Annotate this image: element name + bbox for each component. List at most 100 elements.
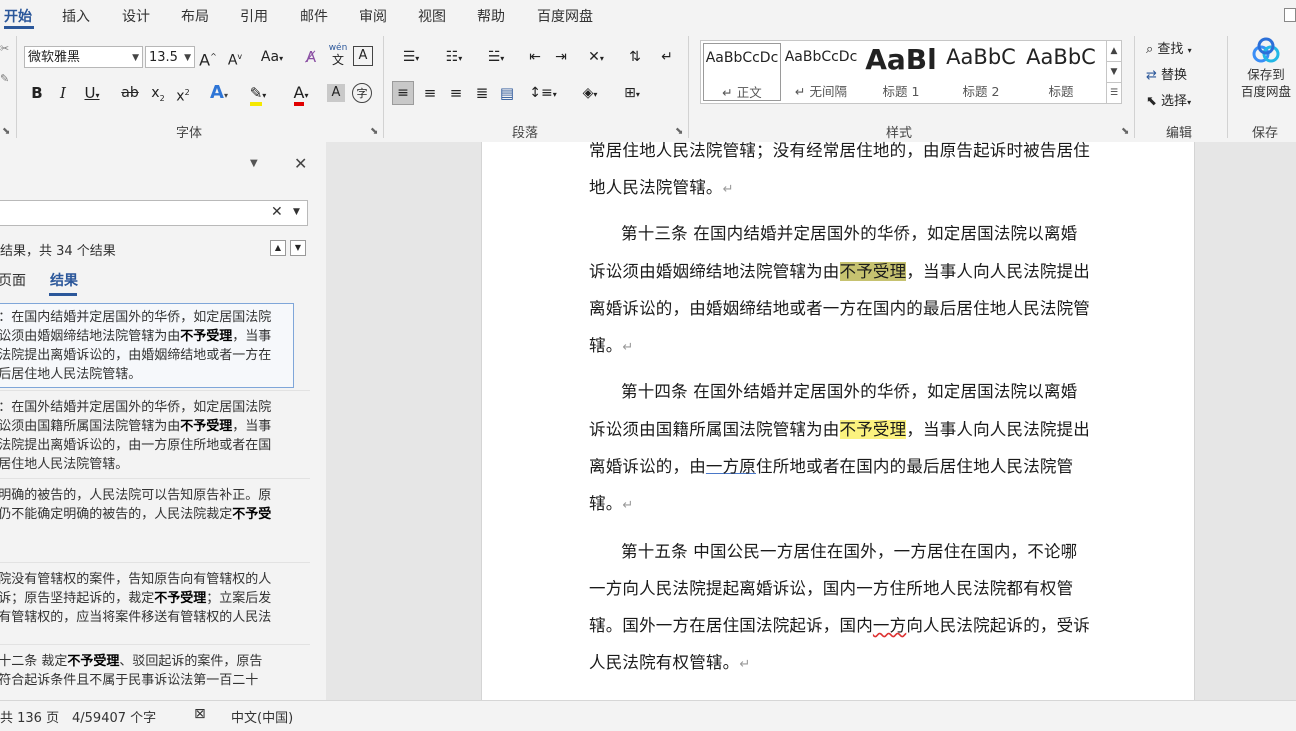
tab-insert[interactable]: 插入 bbox=[62, 6, 90, 26]
search-result-item[interactable]: 十二条 裁定不予受理、驳回起诉的案件，原告 符合起诉条件且不属于民事诉讼法第一百… bbox=[0, 652, 290, 690]
tab-baidu-netdisk[interactable]: 百度网盘 bbox=[537, 6, 593, 26]
search-result-item[interactable]: 院没有管辖权的案件，告知原告向有管辖权的人 诉；原告坚持起诉的，裁定不予受理；立… bbox=[0, 570, 290, 627]
doc-line: 第十三条 在国内结婚并定居国外的华侨，如定居国法院以离婚 bbox=[621, 220, 1077, 244]
nav-search-input[interactable]: ✕ ▼ bbox=[0, 200, 308, 226]
search-result-item[interactable]: ：在国外结婚并定居国外的华侨，如定居国法院 讼须由国籍所属国法院管辖为由不予受理… bbox=[0, 398, 290, 474]
change-case-icon[interactable]: Aa▾ bbox=[255, 46, 289, 68]
numbering-icon[interactable]: ☷▾ bbox=[436, 46, 472, 68]
ribbon-option-icon[interactable] bbox=[1284, 8, 1296, 22]
word-count[interactable]: 4/59407 个字 bbox=[72, 707, 156, 726]
grow-font-icon[interactable]: A^ bbox=[199, 46, 217, 69]
clipboard-partial-icon[interactable]: ✂ bbox=[0, 42, 9, 55]
align-right-icon[interactable]: ≡ bbox=[445, 82, 467, 104]
show-marks-icon[interactable]: ↵ bbox=[656, 46, 678, 68]
distributed-icon[interactable]: ▤ bbox=[496, 82, 518, 104]
font-color-icon[interactable]: A▾ bbox=[283, 82, 319, 106]
italic-icon[interactable]: I bbox=[55, 82, 71, 104]
pane-options-icon[interactable]: ▼ bbox=[250, 158, 258, 169]
save-to-baidu-button[interactable]: 保存到 百度网盘 bbox=[1237, 36, 1295, 100]
format-painter-icon[interactable]: ✎ bbox=[0, 72, 9, 85]
style-heading-2[interactable]: AaBbC 标题 2 bbox=[943, 43, 1019, 99]
align-center-icon[interactable]: ≡ bbox=[419, 82, 441, 104]
increase-indent-icon[interactable]: ⇥ bbox=[550, 46, 572, 68]
search-result-item[interactable]: ：在国内结婚并定居国外的华侨，如定居国法院 讼须由婚姻缔结地法院管辖为由不予受理… bbox=[0, 308, 290, 384]
multilevel-list-icon[interactable]: ☱▾ bbox=[478, 46, 514, 68]
clipboard-launcher-icon[interactable]: ⬊ bbox=[2, 126, 10, 137]
justify-icon[interactable]: ≣ bbox=[471, 82, 493, 104]
active-tab-indicator bbox=[4, 26, 34, 29]
clear-formatting-icon[interactable]: A̸ bbox=[301, 46, 321, 68]
next-result-icon[interactable]: ▼ bbox=[290, 240, 306, 256]
chevron-down-icon[interactable]: ▼ bbox=[132, 47, 139, 69]
previous-result-icon[interactable]: ▲ bbox=[270, 240, 286, 256]
superscript-icon[interactable]: x2 bbox=[173, 82, 193, 105]
doc-line: 人民法院有权管辖。↵ bbox=[589, 649, 750, 673]
chinese-layout-icon[interactable]: ✕▾ bbox=[578, 46, 614, 68]
tab-design[interactable]: 设计 bbox=[122, 6, 150, 26]
tab-mailings[interactable]: 邮件 bbox=[300, 6, 328, 26]
language-indicator[interactable]: 中文(中国) bbox=[231, 707, 293, 726]
tab-references[interactable]: 引用 bbox=[240, 6, 268, 26]
subscript-icon[interactable]: x2 bbox=[148, 82, 168, 104]
styles-launcher-icon[interactable]: ⬊ bbox=[1121, 126, 1129, 137]
doc-text: 辖。国外一方在居住国法院起诉，国内 bbox=[589, 616, 873, 635]
tab-view[interactable]: 视图 bbox=[418, 6, 446, 26]
font-launcher-icon[interactable]: ⬊ bbox=[370, 126, 378, 137]
underline-icon[interactable]: U▾ bbox=[79, 82, 105, 104]
tab-home[interactable]: 开始 bbox=[4, 6, 32, 26]
enclose-characters-icon[interactable]: 字 bbox=[352, 83, 372, 103]
close-pane-icon[interactable]: ✕ bbox=[294, 154, 307, 173]
bold-icon[interactable]: B bbox=[29, 82, 45, 104]
align-left-icon[interactable]: ≡ bbox=[392, 81, 414, 105]
chevron-down-icon[interactable]: ▼ bbox=[184, 47, 191, 69]
current-search-hit: 不予受理 bbox=[839, 262, 907, 281]
save-label-2: 百度网盘 bbox=[1240, 84, 1291, 99]
font-name-combo[interactable]: 微软雅黑 ▼ bbox=[24, 46, 143, 68]
tab-results[interactable]: 结果 bbox=[50, 270, 78, 290]
tab-pages[interactable]: 页面 bbox=[0, 270, 26, 290]
result-line: 符合起诉条件且不属于民事诉讼法第一百二十 bbox=[0, 673, 259, 688]
style-normal[interactable]: AaBbCcDc ↵ 正文 bbox=[703, 43, 781, 101]
styles-scroll-up-icon[interactable]: ▲ bbox=[1106, 40, 1122, 62]
sort-icon[interactable]: ⇅ bbox=[624, 46, 646, 68]
borders-icon[interactable]: ⊞▾ bbox=[614, 82, 650, 104]
text-effects-icon[interactable]: A▾ bbox=[202, 82, 236, 104]
shading-icon[interactable]: ◈▾ bbox=[572, 82, 608, 104]
doc-text: 离婚诉讼的，由 bbox=[589, 457, 706, 476]
phonetic-guide-icon[interactable]: wén 文 bbox=[327, 42, 349, 66]
character-border-icon[interactable]: A bbox=[353, 46, 373, 66]
line-spacing-icon[interactable]: ↕≡▾ bbox=[525, 82, 561, 104]
grammar-flag[interactable]: 一方原 bbox=[706, 457, 756, 476]
style-name: 标题 2 bbox=[962, 84, 1000, 99]
style-heading-1[interactable]: AaBl 标题 1 bbox=[863, 43, 939, 99]
bullets-icon[interactable]: ☰▾ bbox=[393, 46, 429, 68]
character-shading-icon[interactable]: A bbox=[327, 84, 345, 102]
highlight-color-icon[interactable]: ✎▾ bbox=[240, 82, 276, 106]
doc-text: 诉讼须由国籍所属国法院管辖为由 bbox=[589, 420, 840, 439]
styles-scroll-down-icon[interactable]: ▼ bbox=[1106, 61, 1122, 83]
styles-more-icon[interactable]: ☰ bbox=[1106, 82, 1122, 104]
tab-layout[interactable]: 布局 bbox=[181, 6, 209, 26]
doc-text: 辖。 bbox=[589, 494, 623, 513]
decrease-indent-icon[interactable]: ⇤ bbox=[524, 46, 546, 68]
tab-help[interactable]: 帮助 bbox=[477, 6, 505, 26]
doc-line: 辖。↵ bbox=[589, 490, 634, 514]
tab-review[interactable]: 审阅 bbox=[359, 6, 387, 26]
shrink-font-icon[interactable]: Av bbox=[226, 46, 244, 69]
style-no-spacing[interactable]: AaBbCcDc ↵ 无间隔 bbox=[783, 43, 859, 99]
search-dropdown-icon[interactable]: ▼ bbox=[293, 207, 300, 217]
select-button[interactable]: ⬉ 选择▾ bbox=[1146, 90, 1191, 109]
doc-text: ，当事人向人民法院提出 bbox=[906, 420, 1091, 439]
spelling-flag[interactable]: 一方 bbox=[873, 616, 906, 635]
paragraph-launcher-icon[interactable]: ⬊ bbox=[675, 126, 683, 137]
page-count[interactable]: 共 136 页 bbox=[0, 707, 59, 726]
strikethrough-icon[interactable]: ab bbox=[120, 82, 140, 104]
find-button[interactable]: ⌕ 查找 ▾ bbox=[1146, 38, 1192, 57]
replace-button[interactable]: ⇄ 替换 bbox=[1146, 64, 1187, 83]
style-sample: AaBbCcDc bbox=[784, 49, 858, 65]
font-size-combo[interactable]: 13.5 ▼ bbox=[145, 46, 195, 68]
clear-search-icon[interactable]: ✕ bbox=[271, 204, 283, 220]
search-result-item[interactable]: 明确的被告的，人民法院可以告知原告补正。原 仍不能确定明确的被告的，人民法院裁定… bbox=[0, 486, 290, 524]
proofing-icon[interactable]: ⊠ bbox=[194, 706, 206, 722]
style-title[interactable]: AaBbC 标题 bbox=[1023, 43, 1099, 99]
